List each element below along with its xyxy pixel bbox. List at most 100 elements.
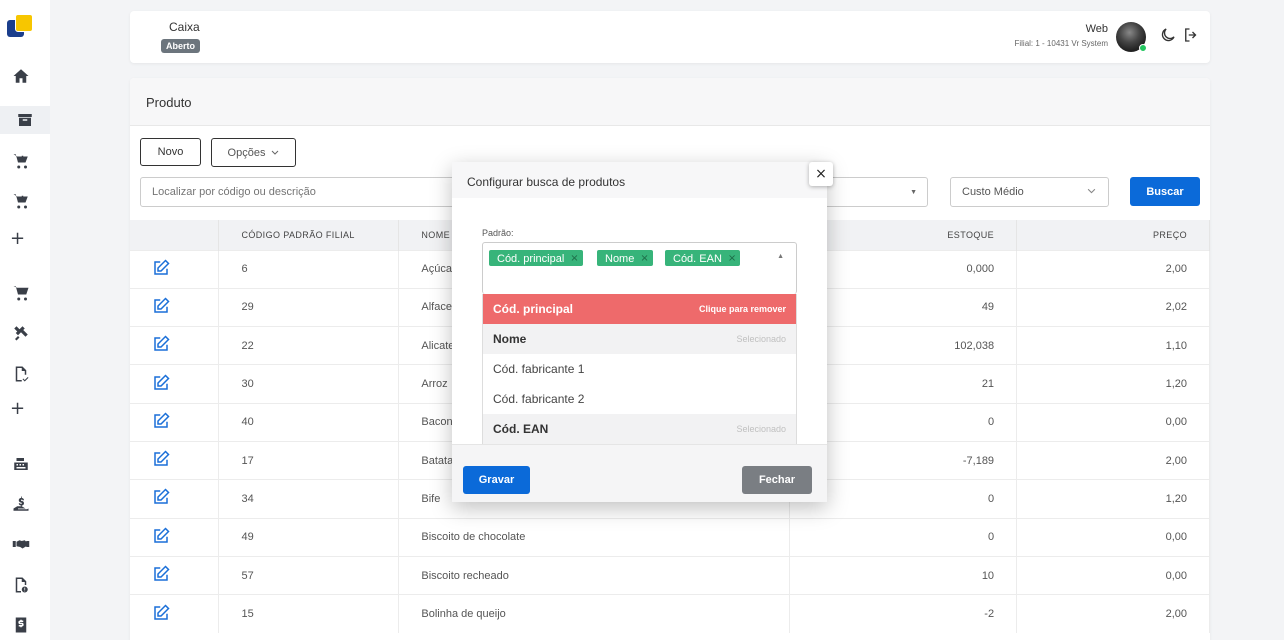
price-cell: 1,20 — [1016, 364, 1210, 404]
tag-nome: Nome × — [597, 250, 653, 266]
options-button[interactable]: Opções — [211, 138, 296, 167]
col-header-price[interactable]: PREÇO — [1016, 220, 1210, 250]
tag-remove-icon[interactable]: × — [570, 253, 578, 264]
search-config-modal: Configurar busca de produtos × Padrão: C… — [452, 162, 833, 502]
edit-cell — [130, 326, 220, 365]
edit-cell — [130, 479, 220, 519]
option-hint: Clique para remover — [698, 304, 786, 314]
edit-icon[interactable] — [152, 488, 170, 509]
edit-cell — [130, 287, 220, 327]
search-input[interactable] — [140, 177, 460, 207]
modal-footer: Gravar Fechar — [452, 444, 827, 502]
dropdown-option[interactable]: Cód. EAN Selecionado — [483, 414, 796, 444]
price-cell: 0,00 — [1016, 555, 1210, 595]
name-cell: Biscoito recheado — [398, 555, 791, 595]
col-header-code[interactable]: CÓDIGO PADRÃO FILIAL — [218, 220, 400, 250]
edit-cell — [130, 364, 220, 404]
search-fields-multiselect[interactable]: Cód. principal × Nome × Cód. EAN × ▲ — [482, 242, 797, 294]
price-cell: 1,20 — [1016, 479, 1210, 519]
logout-icon[interactable] — [1182, 26, 1200, 44]
file-alert-icon[interactable] — [10, 574, 32, 596]
close-button[interactable]: Fechar — [742, 466, 812, 494]
edit-icon[interactable] — [152, 527, 170, 548]
panel-title-bar — [130, 78, 1210, 126]
new-button[interactable]: Novo — [140, 138, 201, 166]
caret-down-icon: ▼ — [910, 189, 917, 196]
option-hint: Selecionado — [736, 334, 786, 344]
stock-cell: 10 — [789, 555, 1018, 595]
edit-icon[interactable] — [152, 565, 170, 586]
table-row[interactable]: 57 Biscoito recheado 10 0,00 — [130, 555, 1210, 595]
code-cell: 34 — [218, 479, 400, 519]
option-label: Cód. fabricante 1 — [493, 362, 585, 376]
code-cell: 30 — [218, 364, 400, 404]
option-hint: Selecionado — [736, 424, 786, 434]
code-cell: 57 — [218, 555, 400, 595]
user-filial: Filial: 1 - 10431 Vr System — [1014, 39, 1108, 48]
cost-select[interactable]: Custo Médio — [950, 177, 1109, 207]
tag-remove-icon[interactable]: × — [728, 253, 736, 264]
option-label: Cód. EAN — [493, 422, 549, 436]
name-cell: Biscoito de chocolate — [398, 517, 791, 557]
table-row[interactable]: 49 Biscoito de chocolate 0 0,00 — [130, 517, 1210, 557]
caixa-label: Caixa — [169, 20, 200, 34]
code-cell: 6 — [218, 249, 400, 289]
plus-icon[interactable]: + — [10, 228, 25, 249]
edit-icon[interactable] — [152, 450, 170, 471]
code-cell: 22 — [218, 326, 400, 365]
options-label: Opções — [227, 146, 266, 159]
cart-icon[interactable] — [10, 282, 32, 304]
cost-select-value: Custo Médio — [962, 186, 1024, 198]
tag-remove-icon[interactable]: × — [640, 253, 648, 264]
code-cell: 17 — [218, 440, 400, 480]
edit-icon[interactable] — [152, 259, 170, 280]
price-cell: 1,10 — [1016, 326, 1210, 365]
edit-icon[interactable] — [152, 412, 170, 433]
hand-dollar-icon[interactable] — [10, 493, 32, 515]
cart-plus-icon[interactable] — [10, 190, 32, 212]
cart-plus-icon[interactable] — [10, 150, 32, 172]
dropdown-option[interactable]: Cód. principal Clique para remover — [483, 294, 796, 324]
archive-icon[interactable] — [0, 106, 50, 134]
dropdown-option[interactable]: Cód. fabricante 2 — [483, 384, 796, 414]
file-check-icon[interactable] — [10, 363, 32, 385]
tag-cod-principal: Cód. principal × — [489, 250, 583, 266]
cash-register-icon[interactable] — [10, 453, 32, 475]
tools-icon[interactable] — [10, 322, 32, 344]
stock-cell: -2 — [789, 594, 1018, 633]
home-icon[interactable] — [10, 65, 32, 87]
dollar-file-icon[interactable] — [10, 614, 32, 636]
top-header: Caixa Aberto Web Filial: 1 - 10431 Vr Sy… — [130, 11, 1210, 63]
plus-icon[interactable]: + — [10, 398, 25, 419]
dropdown-option[interactable]: Nome Selecionado — [483, 324, 796, 354]
edit-icon[interactable] — [152, 297, 170, 318]
handshake-icon[interactable] — [10, 533, 32, 555]
close-icon[interactable]: × — [809, 162, 833, 186]
col-header-actions — [130, 220, 220, 250]
edit-cell — [130, 555, 220, 595]
page-title: Produto — [146, 95, 192, 110]
tag-label: Cód. EAN — [673, 252, 722, 265]
edit-icon[interactable] — [152, 335, 170, 356]
sidebar: + + — [0, 0, 50, 640]
name-cell: Bolinha de queijo — [398, 594, 791, 633]
search-button[interactable]: Buscar — [1130, 177, 1200, 206]
stock-cell: 0 — [789, 517, 1018, 557]
edit-icon[interactable] — [152, 373, 170, 395]
chevron-down-icon — [272, 150, 279, 155]
edit-cell — [130, 440, 220, 480]
price-cell: 2,00 — [1016, 249, 1210, 289]
edit-cell — [130, 594, 220, 633]
edit-icon[interactable] — [152, 604, 170, 625]
table-row[interactable]: 15 Bolinha de queijo -2 2,00 — [130, 594, 1210, 633]
dropdown-option[interactable]: Cód. fabricante 1 — [483, 354, 796, 384]
edit-cell — [130, 402, 220, 442]
moon-icon[interactable] — [1159, 26, 1177, 44]
edit-cell — [130, 249, 220, 289]
price-cell: 0,00 — [1016, 402, 1210, 442]
app-logo[interactable] — [7, 14, 35, 40]
save-button[interactable]: Gravar — [463, 466, 530, 494]
caret-up-icon[interactable]: ▲ — [777, 253, 784, 260]
filter-select[interactable]: ▼ — [820, 177, 928, 207]
code-cell: 40 — [218, 402, 400, 442]
